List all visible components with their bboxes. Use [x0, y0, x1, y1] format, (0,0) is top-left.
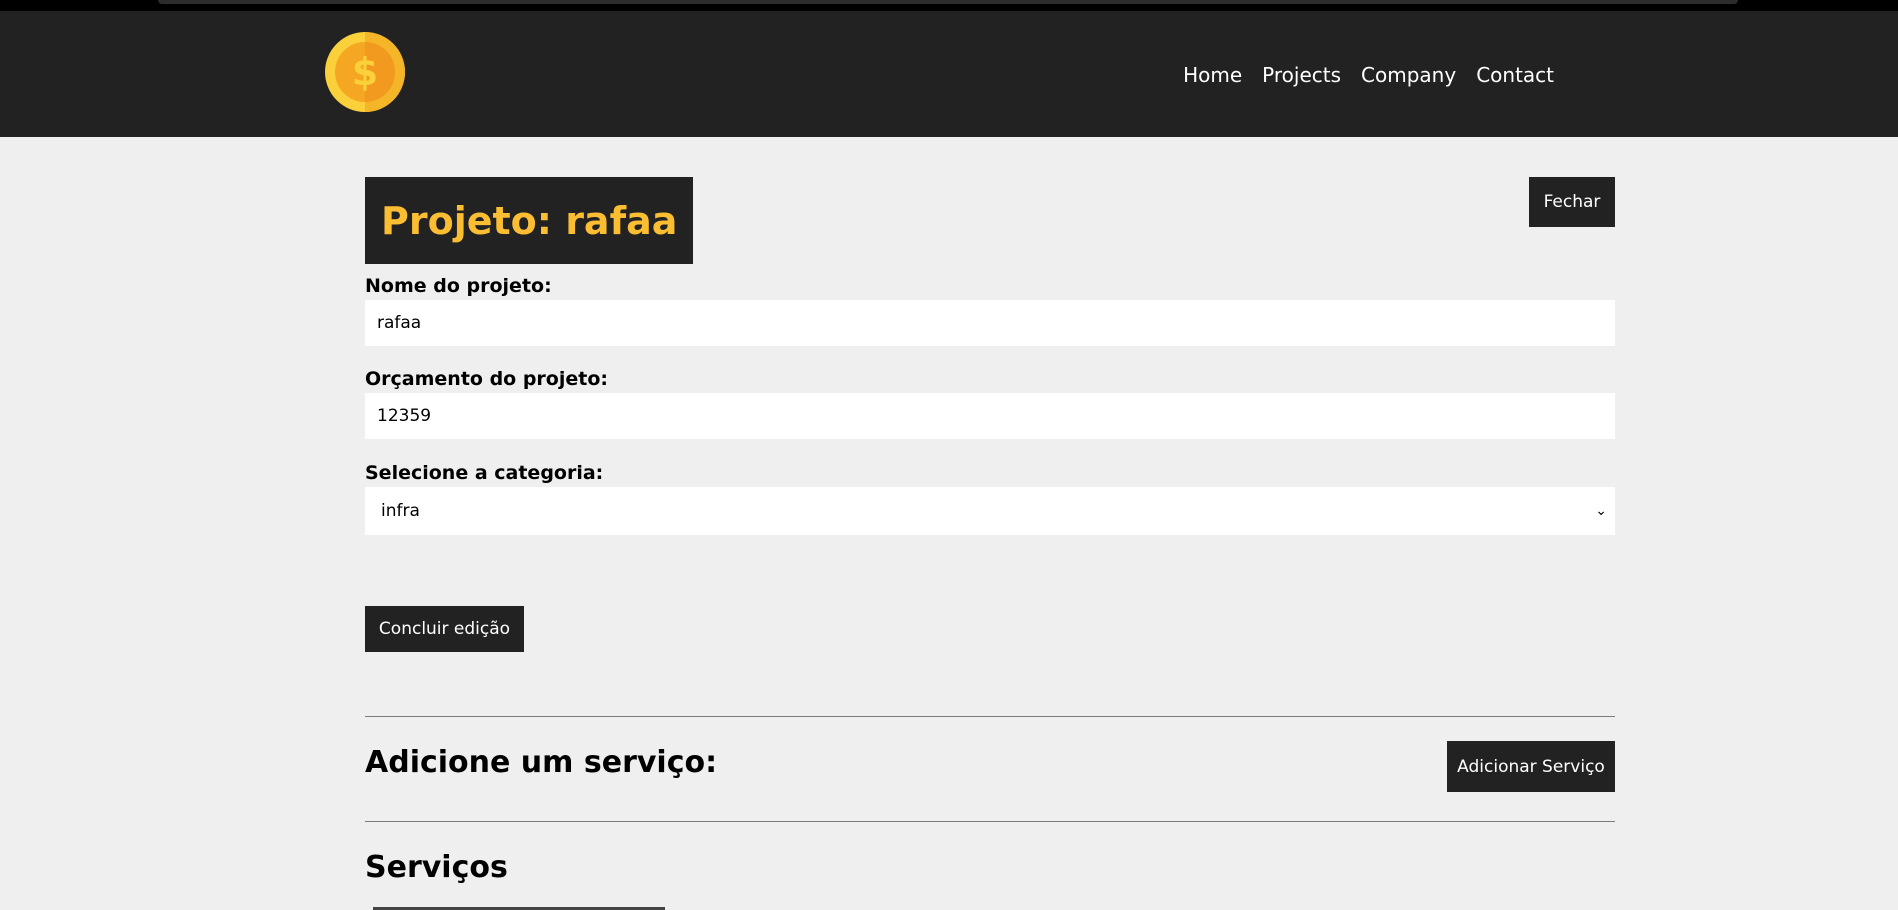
project-name-label: Nome do projeto: [365, 275, 552, 297]
navbar: $ Home Projects Company Contact [0, 11, 1898, 137]
project-title-box: Projeto: rafaa [365, 177, 694, 264]
add-service-button[interactable]: Adicionar Serviço [1447, 741, 1615, 792]
chevron-down-icon: ⌄ [1595, 503, 1607, 519]
project-title: Projeto: rafaa [381, 198, 678, 243]
category-select[interactable]: infra ⌄ [365, 487, 1615, 535]
browser-top-bar [158, 0, 1738, 4]
category-value: infra [381, 501, 420, 521]
project-budget-input[interactable]: 12359 [365, 393, 1615, 439]
nav-links: Home Projects Company Contact [1183, 63, 1554, 87]
add-service-title: Adicione um serviço: [365, 745, 718, 780]
project-name-value: rafaa [377, 313, 422, 333]
svg-text:$: $ [352, 50, 378, 94]
dollar-coin-icon[interactable]: $ [324, 31, 406, 113]
project-budget-field: Orçamento do projeto: 12359 [365, 368, 1615, 439]
nav-home-link[interactable]: Home [1183, 63, 1242, 87]
project-name-field: Nome do projeto: rafaa [365, 275, 1615, 346]
browser-top-strip [0, 0, 1898, 11]
close-button[interactable]: Fechar [1529, 177, 1615, 227]
project-name-input[interactable]: rafaa [365, 300, 1615, 346]
project-budget-label: Orçamento do projeto: [365, 368, 608, 390]
project-budget-value: 12359 [377, 406, 432, 426]
category-field: Selecione a categoria: infra ⌄ [365, 462, 1615, 535]
divider [365, 821, 1615, 822]
finish-edit-button[interactable]: Concluir edição [365, 606, 524, 652]
services-title: Serviços [365, 850, 508, 885]
nav-contact-link[interactable]: Contact [1476, 63, 1554, 87]
divider [365, 716, 1615, 717]
nav-company-link[interactable]: Company [1361, 63, 1456, 87]
category-label: Selecione a categoria: [365, 462, 604, 484]
nav-projects-link[interactable]: Projects [1262, 63, 1341, 87]
